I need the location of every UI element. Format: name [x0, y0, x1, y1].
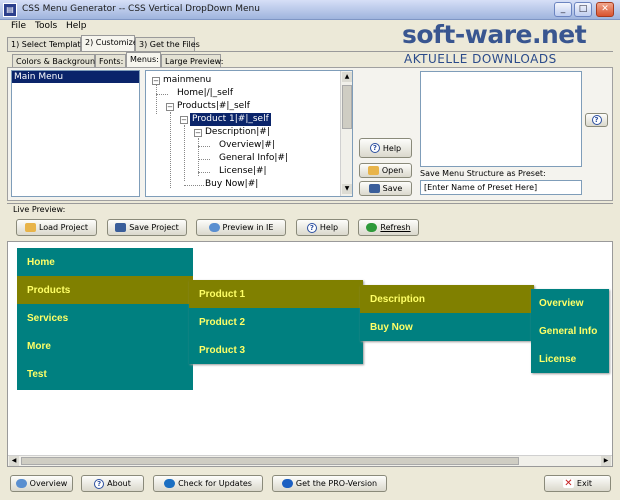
- title-bar: ▤ CSS Menu Generator -- CSS Vertical Dro…: [0, 0, 620, 20]
- menu-list[interactable]: Main Menu: [11, 70, 140, 197]
- preset-label: Save Menu Structure as Preset:: [420, 169, 546, 178]
- get-pro-button[interactable]: Get the PRO-Version: [272, 475, 387, 492]
- scroll-thumb[interactable]: [342, 85, 352, 129]
- tab-customize[interactable]: 2) Customize: [81, 35, 138, 51]
- tab-fonts[interactable]: Fonts:: [95, 54, 126, 68]
- menu-list-item[interactable]: Main Menu: [12, 71, 139, 83]
- preview-menu-level1: Home Products Services More Test: [17, 248, 193, 390]
- globe-icon: [281, 479, 293, 488]
- overview-button[interactable]: Overview: [10, 475, 73, 492]
- preview-menu-item[interactable]: Product 3: [189, 336, 363, 364]
- preview-menu-level2: Product 1 Product 2 Product 3: [189, 280, 363, 364]
- eye-icon: [208, 223, 220, 232]
- help-icon: ?: [369, 143, 380, 153]
- preview-menu-item-active[interactable]: Product 1: [189, 280, 363, 308]
- preview-in-ie-button[interactable]: Preview in IE: [196, 219, 286, 236]
- expand-icon[interactable]: −: [194, 129, 202, 137]
- save-project-button[interactable]: Save Project: [107, 219, 187, 236]
- minimize-button[interactable]: _: [554, 2, 572, 17]
- live-preview-label: Live Preview:: [13, 205, 66, 214]
- close-button[interactable]: ✕: [596, 2, 614, 17]
- refresh-button[interactable]: Refresh: [358, 219, 419, 236]
- expand-icon[interactable]: −: [180, 116, 188, 124]
- preview-menu-item[interactable]: More: [17, 332, 193, 360]
- menu-tree[interactable]: ▲ ▼ − − − − mainmenu Home|/|_self Produc…: [145, 70, 353, 197]
- tree-node[interactable]: Description|#|: [205, 126, 270, 139]
- preset-help-button[interactable]: ?: [585, 113, 608, 127]
- check-updates-button[interactable]: Check for Updates: [153, 475, 263, 492]
- toolbar-help-button[interactable]: ? Help: [296, 219, 349, 236]
- expand-icon[interactable]: −: [166, 103, 174, 111]
- scroll-right-icon[interactable]: ▶: [601, 456, 611, 466]
- expand-icon[interactable]: −: [152, 77, 160, 85]
- preview-scrollbar[interactable]: ◀ ▶: [8, 455, 612, 466]
- preview-menu-item[interactable]: General Info: [531, 317, 609, 345]
- tab-select-template[interactable]: 1) Select Template: [7, 37, 85, 51]
- preview-menu-level3: Description Buy Now: [360, 285, 534, 341]
- tab-large-preview[interactable]: Large Preview:: [161, 54, 223, 68]
- scroll-left-icon[interactable]: ◀: [9, 456, 19, 466]
- refresh-icon: [366, 223, 378, 232]
- tab-menus[interactable]: Menus:: [126, 52, 161, 68]
- preview-menu-item[interactable]: Test: [17, 360, 193, 388]
- preview-menu-item[interactable]: Home: [17, 248, 193, 276]
- tree-scrollbar[interactable]: ▲ ▼: [340, 71, 352, 196]
- scroll-up-icon[interactable]: ▲: [342, 72, 352, 82]
- disk-icon: [115, 223, 127, 232]
- watermark-subtitle: AKTUELLE DOWNLOADS: [404, 52, 557, 66]
- tree-node[interactable]: Products|#|_self: [177, 100, 250, 113]
- watermark-logo: soft-ware.net: [402, 20, 587, 49]
- preset-list[interactable]: [420, 71, 582, 167]
- tree-node[interactable]: License|#|: [219, 165, 267, 178]
- load-project-button[interactable]: Load Project: [16, 219, 97, 236]
- tree-root[interactable]: mainmenu: [163, 74, 211, 87]
- scroll-thumb[interactable]: [21, 457, 519, 465]
- preview-menu-item[interactable]: Services: [17, 304, 193, 332]
- update-icon: [164, 479, 176, 488]
- menu-help[interactable]: Help: [66, 21, 87, 31]
- maximize-button[interactable]: □: [574, 2, 592, 17]
- about-button[interactable]: ? About: [81, 475, 144, 492]
- tree-node[interactable]: Buy Now|#|: [205, 178, 258, 191]
- folder-icon: [24, 223, 36, 232]
- eye-icon: [15, 479, 27, 488]
- scroll-down-icon[interactable]: ▼: [342, 184, 352, 194]
- preview-menu-item[interactable]: Buy Now: [360, 313, 534, 341]
- app-icon: ▤: [3, 3, 17, 17]
- help-icon: ?: [94, 478, 105, 489]
- window-title: CSS Menu Generator -- CSS Vertical DropD…: [22, 4, 260, 14]
- exit-button[interactable]: ✕ Exit: [544, 475, 611, 492]
- preview-menu-item[interactable]: License: [531, 345, 609, 373]
- help-icon: ?: [306, 222, 317, 233]
- save-button[interactable]: Save: [359, 181, 412, 196]
- live-preview-area: Home Products Services More Test Product…: [7, 241, 613, 467]
- tab-get-files[interactable]: 3) Get the Files: [135, 37, 200, 51]
- tree-node[interactable]: General Info|#|: [219, 152, 288, 165]
- preview-menu-item[interactable]: Overview: [531, 289, 609, 317]
- disk-icon: [368, 184, 380, 193]
- preview-menu-item-active[interactable]: Description: [360, 285, 534, 313]
- menu-tools[interactable]: Tools: [35, 21, 57, 31]
- tab-colors[interactable]: Colors & Backgrounds:: [12, 54, 107, 68]
- preview-menu-item[interactable]: Product 2: [189, 308, 363, 336]
- folder-icon: [367, 166, 379, 175]
- menu-file[interactable]: File: [11, 21, 26, 31]
- tree-node[interactable]: Home|/|_self: [177, 87, 233, 100]
- preset-name-input[interactable]: [Enter Name of Preset Here]: [420, 180, 582, 195]
- tree-node[interactable]: Overview|#|: [219, 139, 275, 152]
- preview-menu-item-active[interactable]: Products: [17, 276, 193, 304]
- preview-menu-level4: Overview General Info License: [531, 289, 609, 373]
- open-button[interactable]: Open: [359, 163, 412, 178]
- exit-icon: ✕: [562, 478, 574, 489]
- help-icon: ?: [591, 115, 602, 125]
- tree-help-button[interactable]: ? Help: [359, 138, 412, 158]
- tree-node-selected[interactable]: Product 1|#|_self: [190, 113, 271, 126]
